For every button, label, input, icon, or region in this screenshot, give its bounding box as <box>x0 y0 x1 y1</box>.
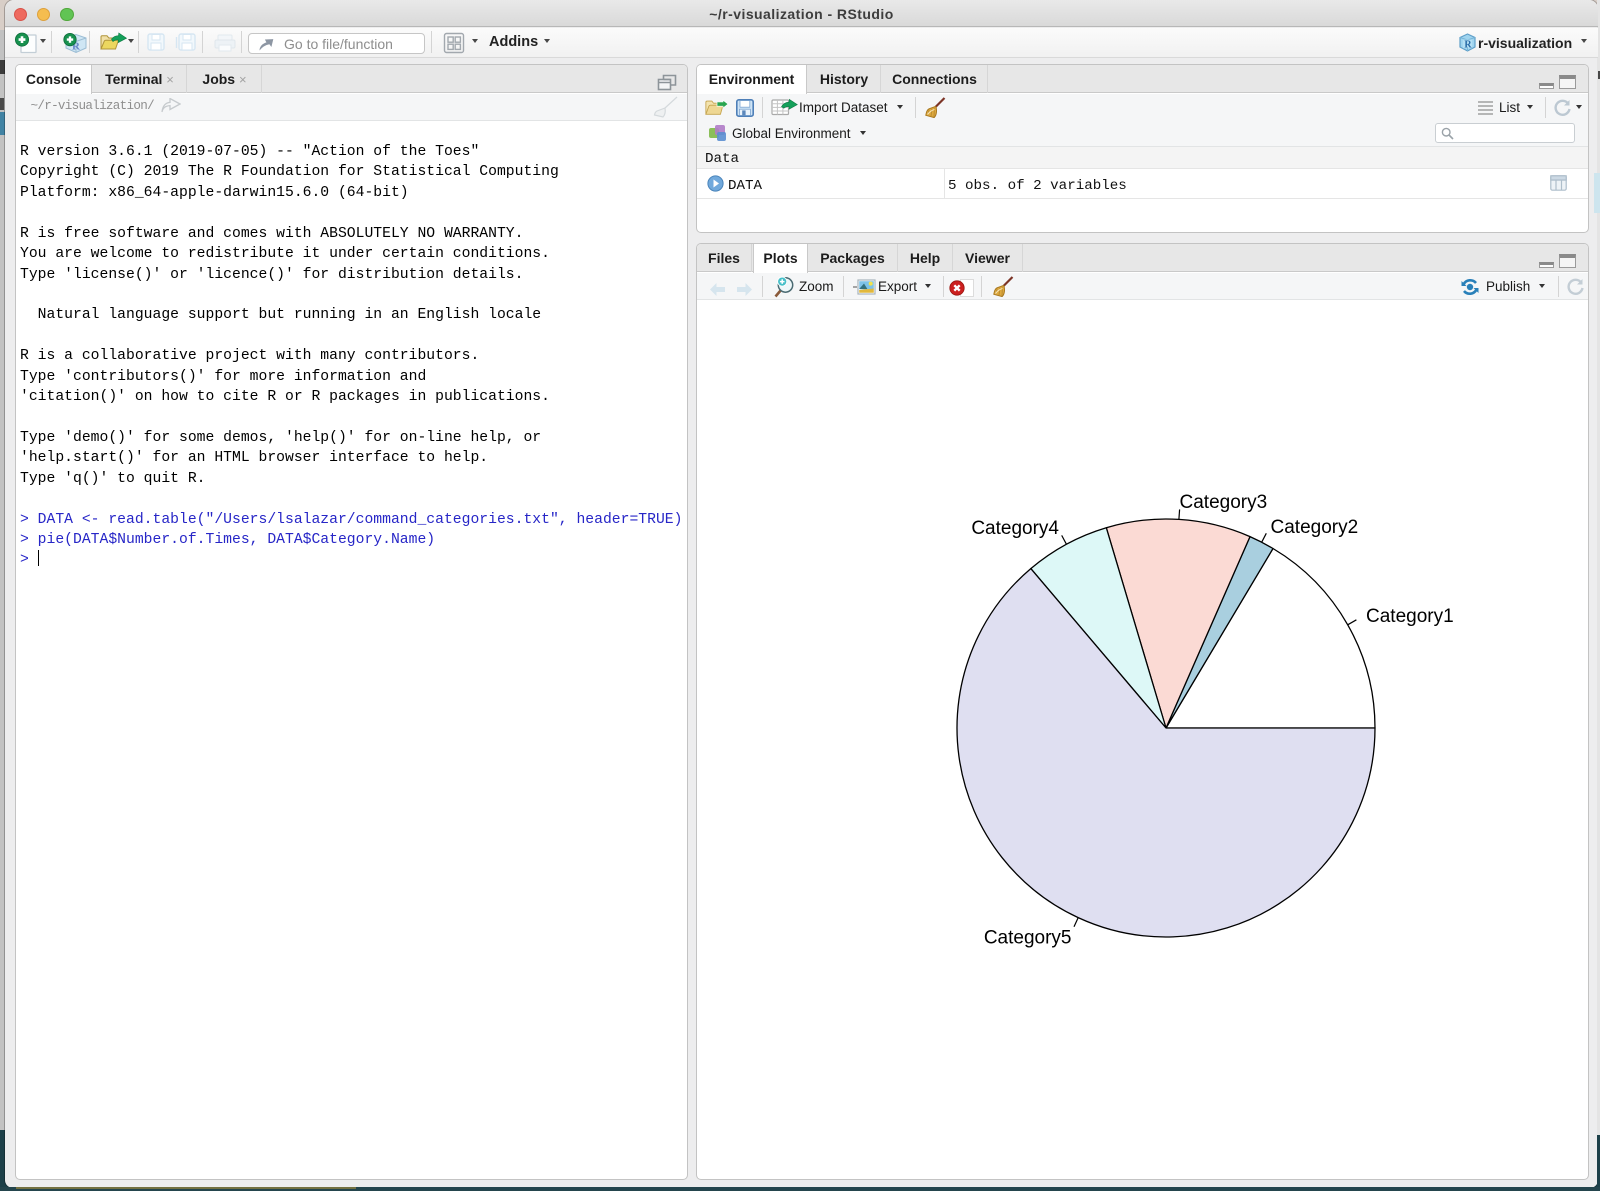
svg-text:Category4: Category4 <box>971 518 1059 539</box>
svg-text:Category2: Category2 <box>1271 517 1359 538</box>
svg-text:R: R <box>1464 39 1472 50</box>
svg-text:Category5: Category5 <box>984 928 1072 949</box>
svg-text:Category3: Category3 <box>1180 492 1268 513</box>
svg-text:Category1: Category1 <box>1366 606 1454 627</box>
